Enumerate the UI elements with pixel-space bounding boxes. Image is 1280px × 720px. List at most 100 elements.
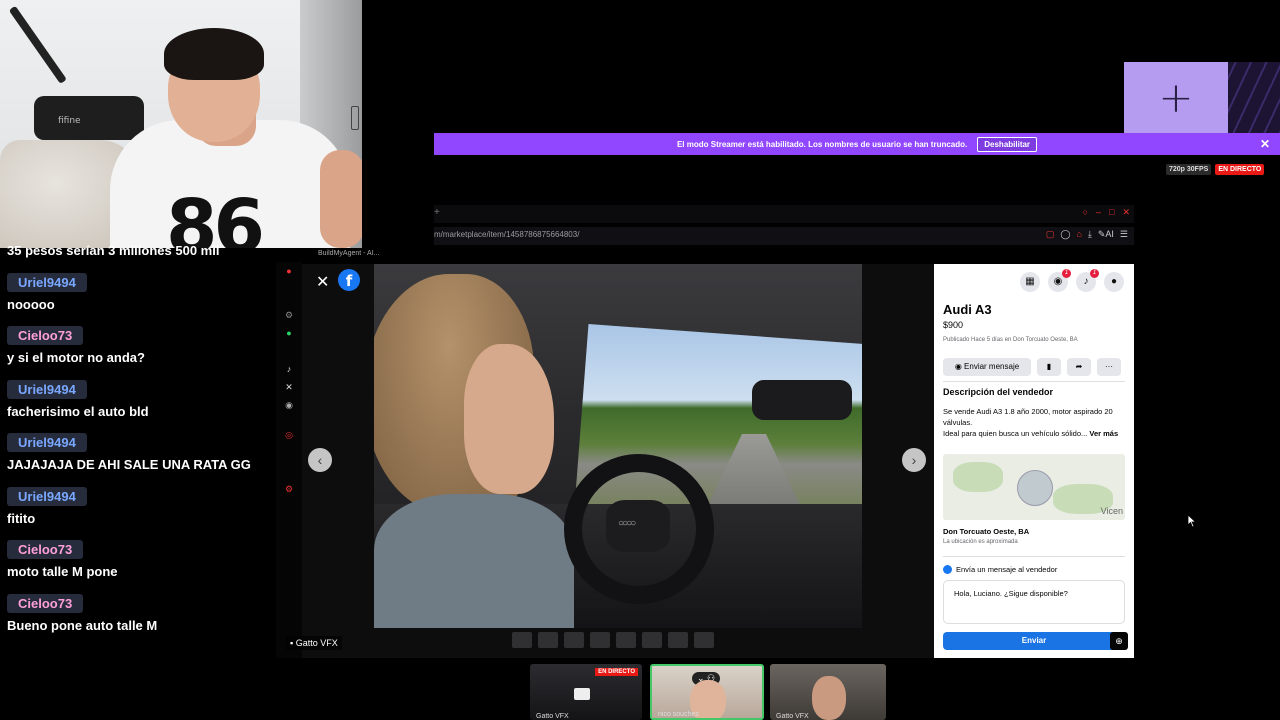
photo-thumbnail[interactable] — [616, 632, 636, 648]
divider — [943, 381, 1125, 382]
stream-thumbnail[interactable]: ⌄ ⚇ nico souches — [650, 664, 764, 720]
jersey-number: 86 — [166, 184, 265, 248]
chat-message-text: y si el motor no anda? — [7, 350, 145, 365]
photo-thumbnail[interactable] — [694, 632, 714, 648]
chat-message: Cieloo73 Bueno pone auto talle M — [7, 594, 157, 633]
quality-badge: 720p 30FPS — [1166, 164, 1212, 175]
driver-body — [374, 494, 574, 628]
more-icon[interactable]: ··· — [1097, 358, 1121, 376]
download-icon[interactable]: ⤓ — [1088, 229, 1092, 240]
rearview-mirror — [752, 380, 852, 420]
audi-logo-icon: ○○○○ — [618, 518, 636, 529]
share-icon[interactable]: ➦ — [1067, 358, 1091, 376]
extension-icon[interactable]: ⌂ — [1076, 229, 1081, 240]
chat-message: Cieloo73 y si el motor no anda? — [7, 326, 145, 365]
next-photo-button[interactable]: › — [902, 448, 926, 472]
chat-message-text: 35 pesos serían 3 millones 500 mil — [7, 243, 220, 258]
send-message-label: Enviar mensaje — [964, 362, 1020, 371]
window-controls: ○ – □ ✕ — [1083, 207, 1130, 218]
address-bar[interactable]: m/marketplace/item/1458786875664803/ ▢ ◯… — [434, 227, 1134, 245]
thumbnail-label: Gatto VFX — [536, 713, 569, 720]
chat-message: Uriel9494 JAJAJAJA DE AHI SALE UNA RATA … — [7, 433, 251, 472]
tab-label[interactable]: BuildMyAgent - AI... — [300, 248, 600, 262]
mic-brand: fifine — [58, 116, 81, 126]
bookmark-icon[interactable]: ▮ — [1037, 358, 1061, 376]
record-icon[interactable]: ▢ — [1046, 229, 1055, 240]
chat-message: Cieloo73 moto talle M pone — [7, 540, 118, 579]
menu-grid-icon[interactable]: ▦ — [1020, 272, 1040, 292]
bell-icon[interactable]: ♪ 1 — [1076, 269, 1099, 292]
description-text: Ideal para quien busca un vehículo sólid… — [943, 429, 1088, 438]
facebook-logo-icon[interactable]: f — [338, 269, 360, 291]
close-icon[interactable]: ✕ — [1260, 137, 1270, 151]
browser-titlebar: + ○ – □ ✕ — [434, 205, 1134, 223]
see-more-link[interactable]: Ver más — [1089, 429, 1118, 438]
close-viewer-icon[interactable]: ✕ — [316, 272, 329, 292]
location-map[interactable]: Vicen — [943, 454, 1125, 520]
chat-username: Uriel9494 — [7, 487, 87, 506]
menu-icon[interactable]: ☰ — [1120, 229, 1128, 240]
chat-message-text: fitito — [7, 511, 36, 526]
mic-arm — [8, 5, 67, 85]
thumbnail-label: nico souches — [658, 711, 699, 718]
close-window-icon[interactable]: ✕ — [1122, 207, 1130, 218]
source-label-text: Gatto VFX — [295, 638, 338, 648]
chat-message: Uriel9494 facherisimo el auto bld — [7, 380, 149, 419]
photo-thumbnail[interactable] — [538, 632, 558, 648]
browser-toolbar: ▢ ◯ ⌂ ⤓ ✎AI ☰ — [1046, 229, 1128, 240]
stream-thumbnail[interactable]: Gatto VFX — [770, 664, 886, 720]
messenger-icon — [943, 565, 952, 574]
send-message-heading: Envía un mensaje al vendedor — [943, 565, 1057, 574]
stream-thumbnail[interactable]: EN DIRECTO Gatto VFX — [530, 664, 642, 720]
streamer-mode-banner: El modo Streamer está habilitado. Los no… — [434, 133, 1280, 155]
driver-face — [464, 344, 554, 494]
url-text[interactable]: m/marketplace/item/1458786875664803/ — [434, 230, 579, 239]
description-text: Se vende Audi A3 1.8 año 2000, motor asp… — [943, 407, 1113, 427]
photo-thumbnail[interactable] — [512, 632, 532, 648]
microphone — [34, 96, 144, 140]
ai-icon[interactable]: ✎AI — [1098, 229, 1114, 240]
listing-photo: ○○○○ — [374, 264, 862, 628]
chat-username: Uriel9494 — [7, 433, 87, 452]
photo-thumbnail[interactable] — [590, 632, 610, 648]
fb-top-icons: ▦ ◉ 1 ♪ 1 ● — [1020, 269, 1124, 292]
zoom-icon[interactable]: ⊕ — [1110, 632, 1128, 650]
notification-badge: 1 — [1062, 269, 1071, 278]
published-info: Publicado Hace 5 días en Don Torcuato Oe… — [943, 337, 1078, 343]
stream-status: 720p 30FPS EN DIRECTO — [1166, 164, 1265, 175]
divider — [943, 556, 1125, 557]
message-input[interactable]: Hola, Luciano. ¿Sigue disponible? — [943, 580, 1125, 624]
live-badge: EN DIRECTO — [1215, 164, 1265, 175]
chat-icon[interactable]: ◯ — [1060, 229, 1070, 240]
send-button[interactable]: Enviar — [943, 632, 1125, 650]
new-tab-icon[interactable]: + — [434, 207, 440, 218]
photo-thumbnail[interactable] — [564, 632, 584, 648]
minimize-icon[interactable]: – — [1096, 207, 1101, 218]
scene-edge — [351, 106, 359, 130]
description-heading: Descripción del vendedor — [943, 387, 1054, 397]
disable-button[interactable]: Deshabilitar — [977, 136, 1038, 152]
maximize-icon[interactable]: □ — [1109, 207, 1114, 218]
chat-message-text: Bueno pone auto talle M — [7, 618, 158, 633]
description: Se vende Audi A3 1.8 año 2000, motor asp… — [943, 406, 1125, 439]
search-icon[interactable]: ○ — [1083, 207, 1088, 218]
thumbnail-label: Gatto VFX — [776, 713, 809, 720]
banner-text: El modo Streamer está habilitado. Los no… — [676, 139, 968, 149]
photo-thumbnail[interactable] — [642, 632, 662, 648]
streamer-hair — [164, 28, 264, 80]
previous-photo-button[interactable]: ‹ — [308, 448, 332, 472]
chat-message-text: JAJAJAJA DE AHI SALE UNA RATA GG — [7, 457, 251, 472]
avatar[interactable]: ● — [1104, 272, 1124, 292]
send-message-button[interactable]: ◉ Enviar mensaje — [943, 358, 1031, 376]
webcam-feed: fifine 86 — [0, 0, 362, 248]
messenger-icon[interactable]: ◉ 1 — [1048, 269, 1071, 292]
chat-message: Uriel9494 fitito — [7, 487, 87, 526]
screen-icon — [574, 688, 590, 700]
listing-price: $900 — [943, 320, 964, 330]
chat-username: Cieloo73 — [7, 594, 84, 613]
map-label: Vicen — [1100, 506, 1123, 516]
steering-hub — [606, 500, 670, 552]
chat-username: Uriel9494 — [7, 380, 87, 399]
photo-thumbnail[interactable] — [668, 632, 688, 648]
add-source-tile[interactable]: + — [1124, 62, 1228, 134]
